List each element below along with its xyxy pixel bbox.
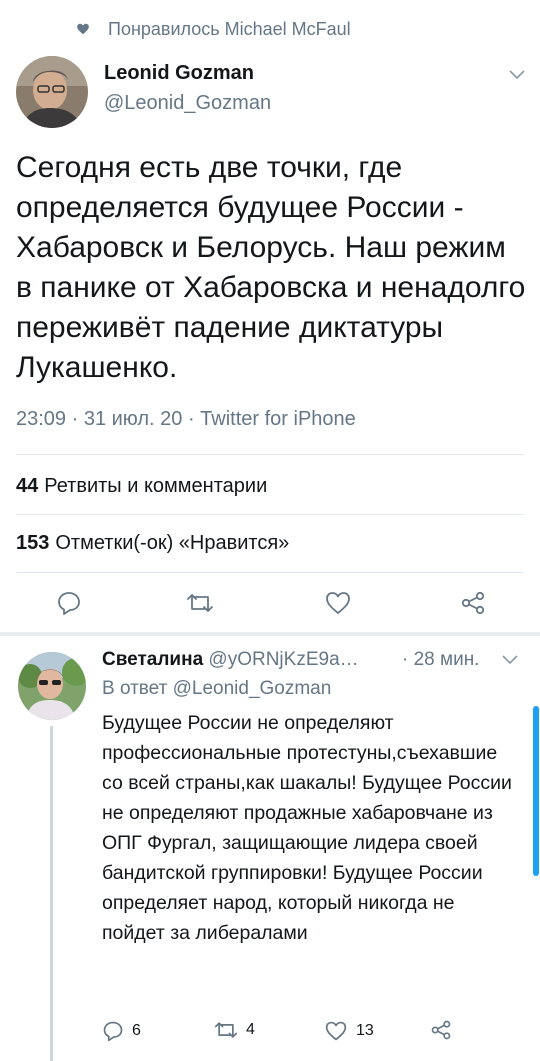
- retweets-label: Ретвиты и комментарии: [44, 475, 268, 497]
- section-divider: [0, 632, 540, 636]
- reply-reply-button[interactable]: 6: [102, 1020, 141, 1042]
- like-icon: [325, 1021, 347, 1041]
- scroll-indicator[interactable]: [533, 706, 539, 876]
- retweet-icon[interactable]: [186, 592, 214, 614]
- reply-actions: 6 4 13: [0, 1020, 540, 1050]
- reply-like-button[interactable]: 13: [324, 1020, 374, 1042]
- likes-stat[interactable]: 153 Отметки(-ок) «Нравится»: [16, 532, 289, 555]
- like-icon[interactable]: [324, 590, 352, 616]
- reply-icon[interactable]: [56, 590, 82, 616]
- reply-avatar[interactable]: [18, 652, 86, 720]
- reply-author-name[interactable]: Светалина: [102, 649, 203, 670]
- liked-by-text: Понравилось Michael McFaul: [108, 18, 351, 39]
- divider: [16, 572, 524, 573]
- share-icon: [431, 1020, 451, 1040]
- reply-header[interactable]: Светалина @yORNjKzE9a…: [102, 649, 359, 671]
- chevron-down-icon[interactable]: [509, 70, 525, 80]
- tweet-meta: 23:09 · 31 июл. 20 · Twitter for iPhone: [16, 408, 356, 430]
- reply-icon: [103, 1021, 123, 1042]
- author-name[interactable]: Leonid Gozman: [104, 62, 254, 85]
- reply-time: · 28 мин.: [402, 649, 480, 670]
- reply-retweet-count: 4: [246, 1021, 255, 1038]
- reply-count: 6: [132, 1022, 141, 1039]
- retweets-count: 44: [16, 475, 39, 497]
- divider: [16, 514, 524, 515]
- likes-label: Отметки(-ок) «Нравится»: [55, 532, 290, 554]
- reply-to-text[interactable]: В ответ @Leonid_Gozman: [102, 678, 331, 700]
- share-icon[interactable]: [460, 591, 486, 615]
- reply-text: Будущее России не определяют профессиона…: [102, 712, 512, 944]
- chevron-down-icon[interactable]: [502, 655, 518, 665]
- reply-author-handle[interactable]: @yORNjKzE9a…: [208, 649, 358, 670]
- author-handle[interactable]: @Leonid_Gozman: [104, 92, 271, 115]
- liked-by-banner[interactable]: Понравилось Michael McFaul: [76, 14, 351, 44]
- reply-retweet-button[interactable]: 4: [214, 1020, 255, 1040]
- tweet-text: Сегодня есть две точки, где определяется…: [16, 151, 526, 384]
- reply-share-button[interactable]: [430, 1020, 460, 1040]
- tweet-actions: [0, 584, 540, 624]
- reply-like-count: 13: [356, 1022, 374, 1039]
- divider: [16, 454, 524, 455]
- heart-icon: [77, 23, 89, 35]
- retweets-stat[interactable]: 44 Ретвиты и комментарии: [16, 475, 267, 498]
- thread-line: [50, 726, 53, 1061]
- retweet-icon: [214, 1022, 238, 1038]
- avatar[interactable]: [16, 56, 88, 128]
- likes-count: 153: [16, 532, 50, 554]
